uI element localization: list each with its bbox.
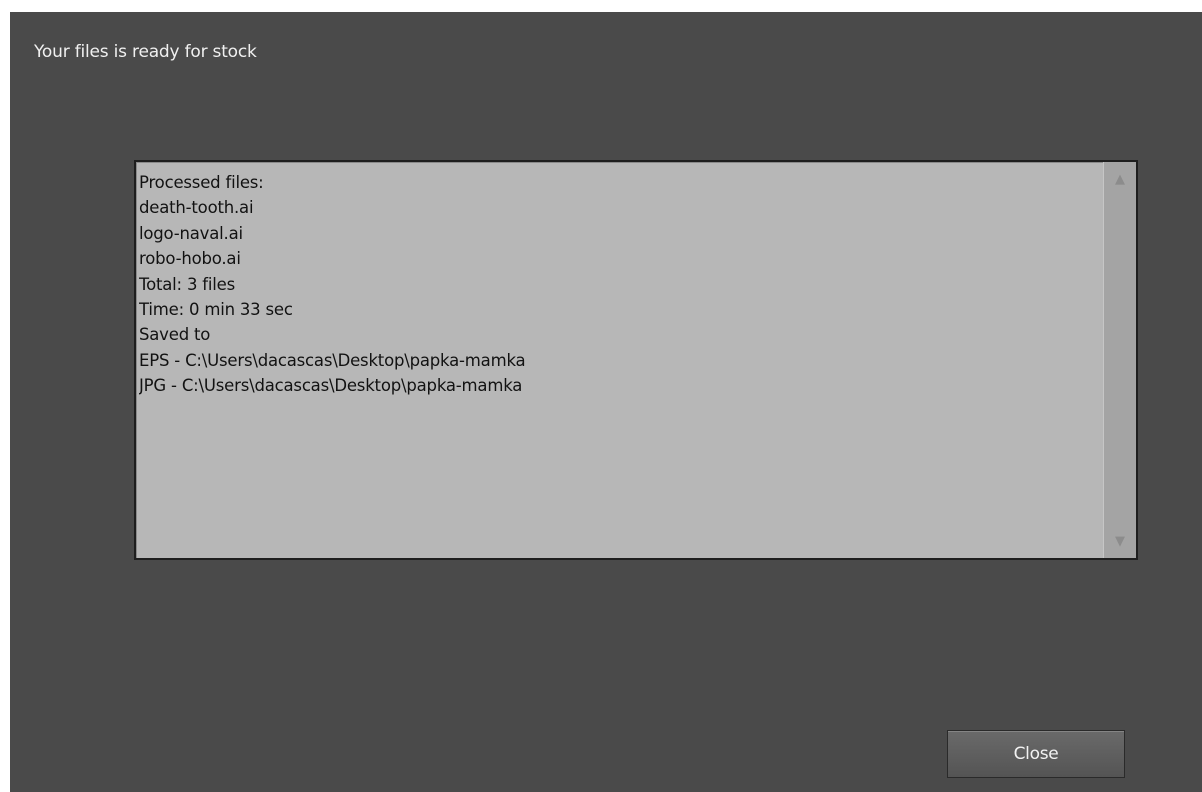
log-line: JPG - C:\Users\dacascas\Desktop\papka-ma… (139, 376, 523, 396)
vertical-scrollbar[interactable]: ▲ ▼ (1103, 162, 1136, 558)
scroll-down-button[interactable]: ▼ (1104, 524, 1136, 558)
log-textbox[interactable]: Processed files: death-tooth.ai logo-nav… (134, 160, 1138, 560)
scroll-up-arrow-icon: ▲ (1115, 171, 1125, 187)
close-button[interactable]: Close (947, 730, 1125, 778)
log-line: death-tooth.ai (139, 198, 254, 218)
log-line: Time: 0 min 33 sec (139, 300, 293, 320)
dialog-title: Your files is ready for stock (34, 42, 257, 62)
log-line: Total: 3 files (139, 274, 236, 294)
scroll-up-button[interactable]: ▲ (1104, 162, 1136, 196)
scroll-down-arrow-icon: ▼ (1115, 533, 1125, 549)
log-content: Processed files: death-tooth.ai logo-nav… (139, 170, 1100, 554)
log-line: Saved to (139, 325, 211, 345)
log-line: robo-hobo.ai (139, 249, 241, 269)
dialog-window: Your files is ready for stock Processed … (10, 12, 1202, 792)
log-line: Processed files: (139, 173, 264, 192)
log-line: EPS - C:\Users\dacascas\Desktop\papka-ma… (139, 350, 526, 370)
log-line: logo-naval.ai (139, 223, 243, 243)
